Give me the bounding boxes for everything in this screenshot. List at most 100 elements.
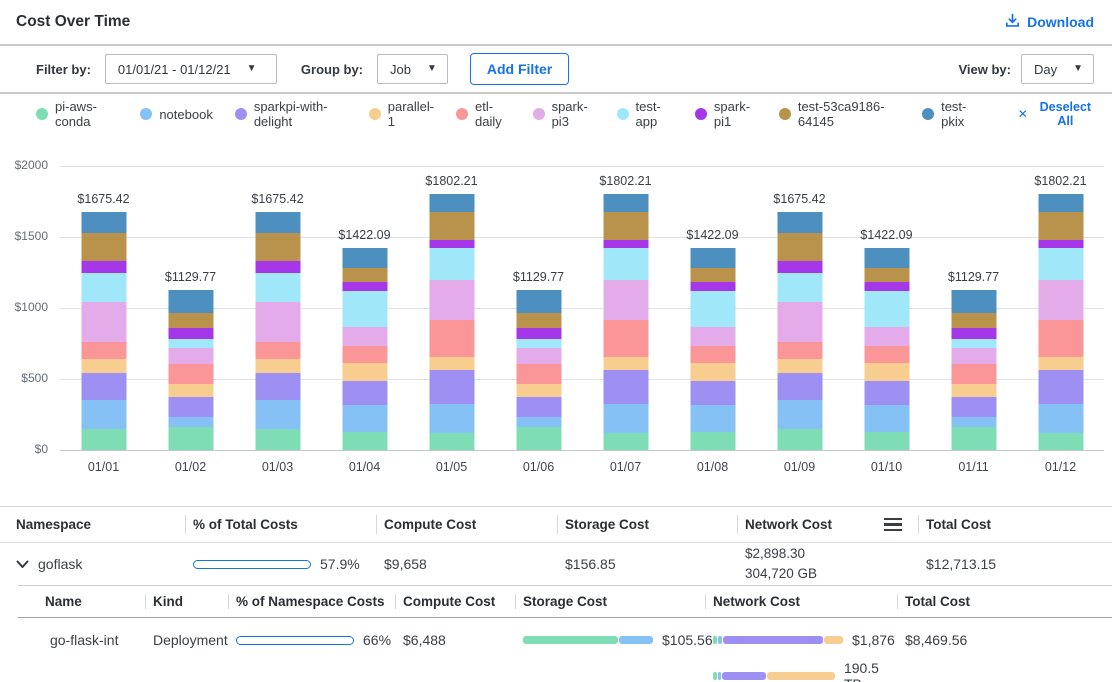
- bar-segment-sparkpi-with-delight[interactable]: [516, 397, 561, 417]
- bar-segment-test-53ca9186-64145[interactable]: [342, 268, 387, 282]
- legend-item-test-pkix[interactable]: test-pkix: [922, 99, 980, 129]
- bar-segment-sparkpi-with-delight[interactable]: [777, 373, 822, 399]
- bar-segment-test-53ca9186-64145[interactable]: [777, 233, 822, 261]
- bar-segment-etl-daily[interactable]: [864, 346, 909, 363]
- legend-item-etl-daily[interactable]: etl-daily: [456, 99, 511, 129]
- workload-row-go-flask-int[interactable]: go-flask-int Deployment 66% $6,488 $105.…: [18, 618, 1112, 682]
- bar-segment-test-53ca9186-64145[interactable]: [429, 212, 474, 240]
- bar-segment-spark-pi1[interactable]: [690, 282, 735, 291]
- bar-segment-test-pkix[interactable]: [864, 248, 909, 268]
- bar-segment-spark-pi1[interactable]: [429, 240, 474, 248]
- bar-segment-pi-aws-conda[interactable]: [168, 427, 213, 450]
- bar-segment-spark-pi1[interactable]: [168, 328, 213, 339]
- bar-segment-spark-pi3[interactable]: [777, 302, 822, 342]
- bar-segment-spark-pi3[interactable]: [342, 327, 387, 346]
- deselect-all-button[interactable]: ✕ Deselect All: [1018, 100, 1096, 128]
- legend-item-spark-pi1[interactable]: spark-pi1: [695, 99, 757, 129]
- bar-segment-etl-daily[interactable]: [603, 320, 648, 357]
- bar-segment-test-pkix[interactable]: [690, 248, 735, 268]
- bar-segment-sparkpi-with-delight[interactable]: [168, 397, 213, 417]
- bar-segment-test-53ca9186-64145[interactable]: [864, 268, 909, 282]
- bar-segment-pi-aws-conda[interactable]: [690, 432, 735, 450]
- bar-segment-sparkpi-with-delight[interactable]: [690, 381, 735, 405]
- bar-segment-spark-pi1[interactable]: [255, 261, 300, 272]
- bar-segment-parallel-1[interactable]: [603, 357, 648, 370]
- bar-segment-spark-pi3[interactable]: [429, 280, 474, 320]
- bar-segment-notebook[interactable]: [690, 405, 735, 432]
- bar-segment-test-pkix[interactable]: [81, 212, 126, 233]
- bar-segment-pi-aws-conda[interactable]: [603, 433, 648, 450]
- bar-segment-etl-daily[interactable]: [255, 342, 300, 359]
- bar-segment-spark-pi1[interactable]: [342, 282, 387, 291]
- bar-segment-notebook[interactable]: [777, 400, 822, 429]
- bar-segment-test-53ca9186-64145[interactable]: [603, 212, 648, 240]
- bar-segment-test-app[interactable]: [864, 291, 909, 327]
- bar-segment-test-53ca9186-64145[interactable]: [168, 313, 213, 328]
- bar-segment-sparkpi-with-delight[interactable]: [255, 373, 300, 399]
- bar-segment-test-53ca9186-64145[interactable]: [690, 268, 735, 282]
- bar-segment-test-pkix[interactable]: [516, 290, 561, 313]
- bar-segment-parallel-1[interactable]: [255, 359, 300, 373]
- bar-segment-test-app[interactable]: [342, 291, 387, 327]
- bar-segment-notebook[interactable]: [951, 417, 996, 428]
- bar-segment-test-pkix[interactable]: [951, 290, 996, 313]
- bar-segment-notebook[interactable]: [429, 404, 474, 433]
- bar-segment-etl-daily[interactable]: [429, 320, 474, 357]
- add-filter-button[interactable]: Add Filter: [470, 53, 569, 85]
- bar-segment-notebook[interactable]: [342, 405, 387, 432]
- date-range-select[interactable]: 01/01/21 - 01/12/21 ▼: [105, 54, 277, 84]
- bar-segment-etl-daily[interactable]: [951, 364, 996, 384]
- bar-segment-parallel-1[interactable]: [342, 363, 387, 381]
- stacked-bar-01/11[interactable]: [951, 290, 996, 450]
- legend-item-spark-pi3[interactable]: spark-pi3: [533, 99, 595, 129]
- download-button[interactable]: Download: [1005, 13, 1094, 31]
- bar-segment-test-app[interactable]: [516, 339, 561, 348]
- bar-segment-parallel-1[interactable]: [168, 384, 213, 397]
- legend-item-pi-aws-conda[interactable]: pi-aws-conda: [36, 99, 118, 129]
- bar-segment-pi-aws-conda[interactable]: [81, 429, 126, 450]
- bar-segment-sparkpi-with-delight[interactable]: [951, 397, 996, 417]
- bar-segment-parallel-1[interactable]: [429, 357, 474, 370]
- bar-segment-pi-aws-conda[interactable]: [516, 427, 561, 450]
- bar-segment-parallel-1[interactable]: [951, 384, 996, 397]
- bar-segment-spark-pi1[interactable]: [777, 261, 822, 272]
- bar-segment-etl-daily[interactable]: [1038, 320, 1083, 357]
- bar-segment-test-app[interactable]: [168, 339, 213, 348]
- bar-segment-pi-aws-conda[interactable]: [255, 429, 300, 450]
- bar-segment-spark-pi3[interactable]: [516, 348, 561, 364]
- bar-segment-pi-aws-conda[interactable]: [864, 432, 909, 450]
- bar-segment-spark-pi1[interactable]: [516, 328, 561, 339]
- bar-segment-spark-pi3[interactable]: [255, 302, 300, 342]
- bar-segment-notebook[interactable]: [603, 404, 648, 433]
- stacked-bar-01/06[interactable]: [516, 290, 561, 450]
- bar-segment-spark-pi3[interactable]: [81, 302, 126, 342]
- bar-segment-pi-aws-conda[interactable]: [777, 429, 822, 450]
- bar-segment-test-pkix[interactable]: [777, 212, 822, 233]
- bar-segment-parallel-1[interactable]: [690, 363, 735, 381]
- bar-segment-notebook[interactable]: [81, 400, 126, 429]
- bar-segment-test-pkix[interactable]: [429, 194, 474, 212]
- legend-item-parallel-1[interactable]: parallel-1: [369, 99, 434, 129]
- bar-segment-sparkpi-with-delight[interactable]: [1038, 370, 1083, 404]
- bar-segment-parallel-1[interactable]: [777, 359, 822, 373]
- stacked-bar-01/02[interactable]: [168, 290, 213, 450]
- stacked-bar-01/07[interactable]: [603, 194, 648, 450]
- bar-segment-test-app[interactable]: [603, 248, 648, 280]
- bar-segment-notebook[interactable]: [168, 417, 213, 428]
- view-by-select[interactable]: Day ▼: [1021, 54, 1094, 84]
- bar-segment-test-pkix[interactable]: [168, 290, 213, 313]
- bar-segment-spark-pi3[interactable]: [864, 327, 909, 346]
- bar-segment-sparkpi-with-delight[interactable]: [864, 381, 909, 405]
- bar-segment-etl-daily[interactable]: [81, 342, 126, 359]
- namespace-row-goflask[interactable]: goflask 57.9% $9,658 $156.85 $2,898.30 3…: [0, 543, 1112, 585]
- bar-segment-test-pkix[interactable]: [342, 248, 387, 268]
- bar-segment-spark-pi3[interactable]: [168, 348, 213, 364]
- legend-item-sparkpi-with-delight[interactable]: sparkpi-with-delight: [235, 99, 347, 129]
- column-settings-button[interactable]: [882, 516, 904, 534]
- bar-segment-test-pkix[interactable]: [255, 212, 300, 233]
- bar-segment-etl-daily[interactable]: [168, 364, 213, 384]
- bar-segment-parallel-1[interactable]: [516, 384, 561, 397]
- bar-segment-test-pkix[interactable]: [603, 194, 648, 212]
- bar-segment-test-53ca9186-64145[interactable]: [516, 313, 561, 328]
- bar-segment-test-app[interactable]: [1038, 248, 1083, 280]
